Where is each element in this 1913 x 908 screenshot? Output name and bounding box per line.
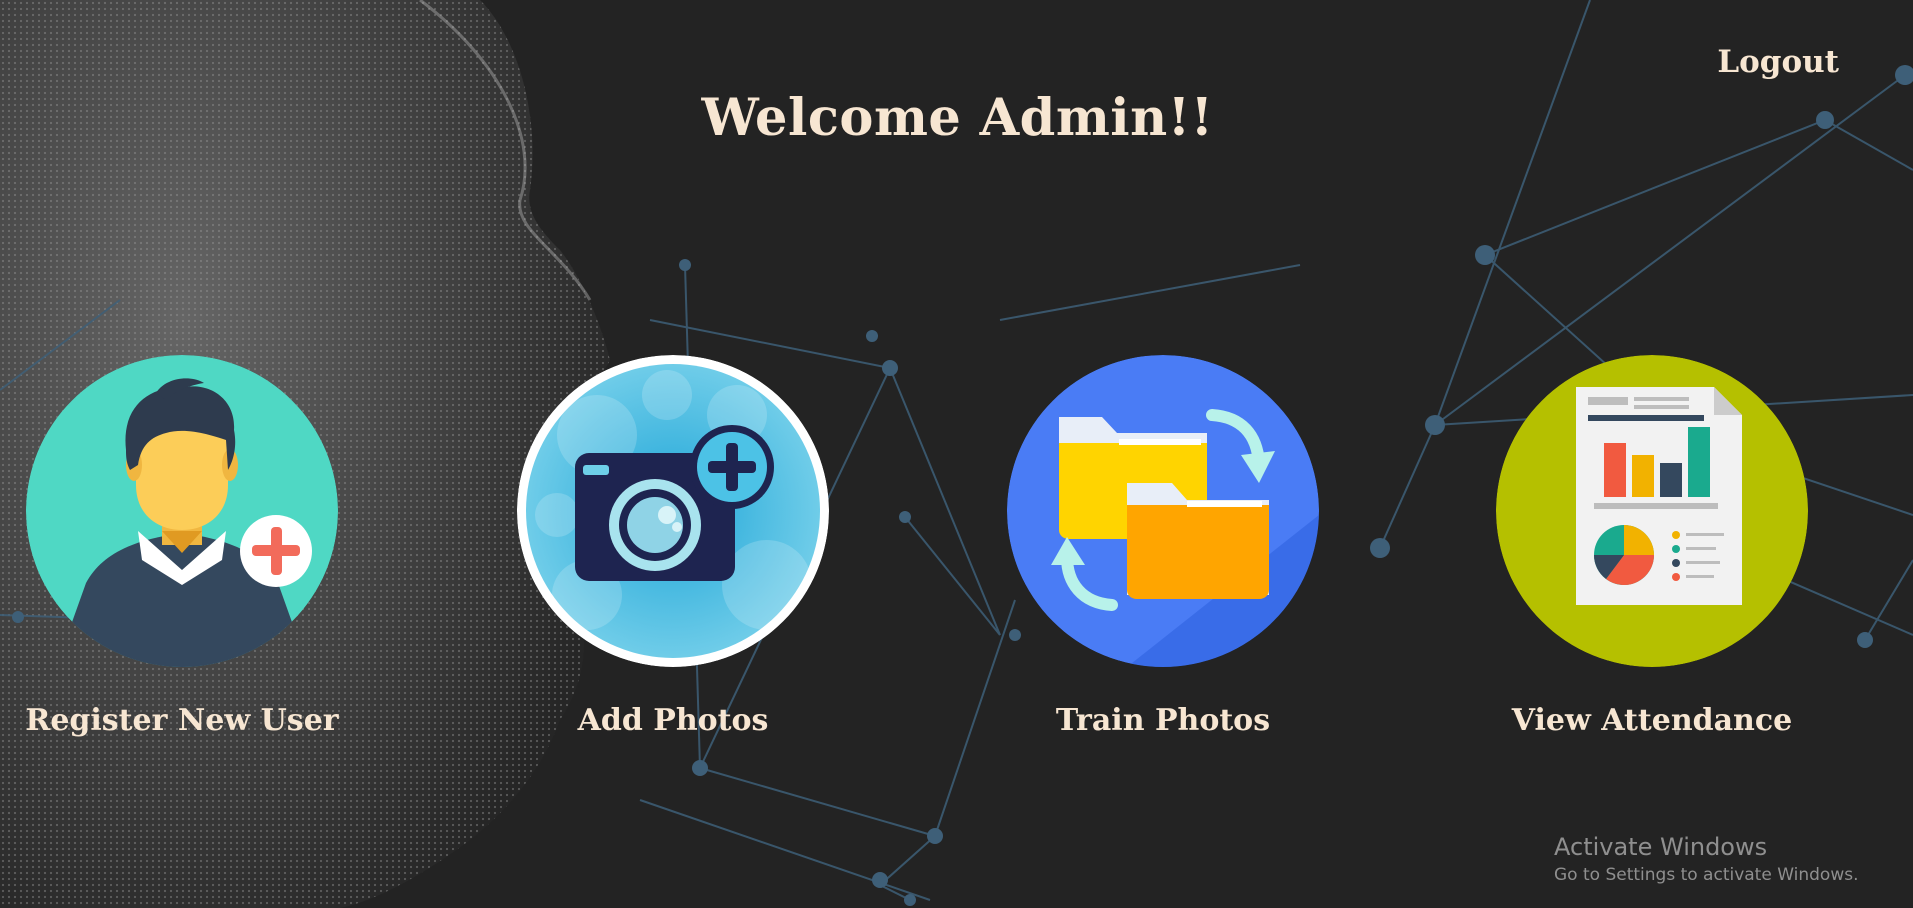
dashboard-page: Welcome Admin!! Logout Register New User… [0, 0, 1913, 908]
activate-windows-watermark: Activate Windows Go to Settings to activ… [1554, 833, 1859, 885]
register-new-user-label[interactable]: Register New User [22, 703, 342, 738]
register-new-user-tile[interactable]: Register New User [22, 355, 342, 738]
attendance-report-icon[interactable] [1496, 355, 1808, 667]
view-attendance-label[interactable]: View Attendance [1492, 703, 1812, 738]
watermark-title: Activate Windows [1554, 833, 1768, 861]
train-photos-label[interactable]: Train Photos [1003, 703, 1323, 738]
register-user-icon[interactable] [26, 355, 338, 667]
train-folders-icon[interactable] [1007, 355, 1319, 667]
add-photos-tile[interactable]: Add Photos [513, 355, 833, 738]
watermark-subtitle: Go to Settings to activate Windows. [1554, 865, 1859, 885]
train-photos-tile[interactable]: Train Photos [1003, 355, 1323, 738]
welcome-title: Welcome Admin!! [701, 88, 1214, 148]
logout-link[interactable]: Logout [1717, 44, 1839, 80]
view-attendance-tile[interactable]: View Attendance [1492, 355, 1812, 738]
add-photos-label[interactable]: Add Photos [513, 703, 833, 738]
add-photo-camera-icon[interactable] [517, 355, 829, 667]
